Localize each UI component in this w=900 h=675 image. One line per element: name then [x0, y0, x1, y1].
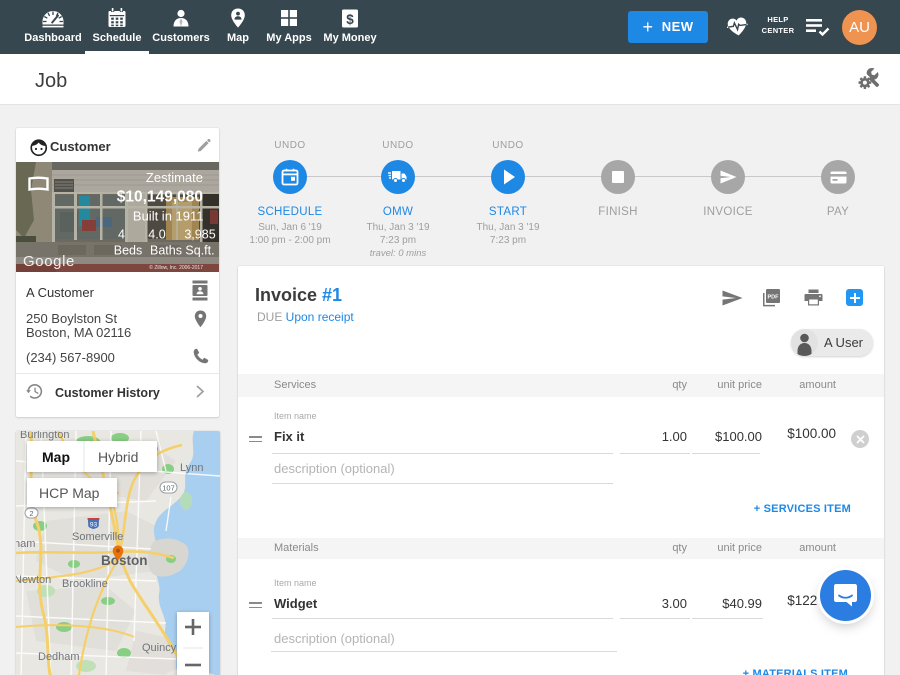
svg-text:Newton: Newton — [16, 574, 51, 586]
svg-text:3,985: 3,985 — [184, 228, 215, 242]
svg-text:Beds: Beds — [114, 244, 143, 258]
svg-text:Boston: Boston — [101, 553, 148, 568]
svg-text:4: 4 — [118, 228, 125, 242]
svg-text:© Zillow, Inc. 2006-2017: © Zillow, Inc. 2006-2017 — [149, 264, 203, 271]
svg-text:PDF: PDF — [768, 295, 780, 301]
svg-text:Built in 1911: Built in 1911 — [133, 209, 204, 224]
svg-text:Dedham: Dedham — [38, 651, 80, 663]
svg-text:4.0: 4.0 — [148, 228, 165, 242]
svg-text:93: 93 — [90, 522, 98, 529]
svg-text:HCP Map: HCP Map — [39, 485, 100, 501]
svg-text:Google: Google — [23, 253, 75, 270]
svg-text:2: 2 — [29, 509, 33, 518]
svg-text:Baths: Baths — [150, 244, 182, 258]
svg-text:Burlington: Burlington — [20, 431, 70, 441]
svg-text:Lynn: Lynn — [180, 462, 203, 474]
svg-text:$: $ — [346, 12, 354, 27]
svg-text:Zestimate: Zestimate — [146, 170, 203, 185]
svg-text:Map: Map — [42, 449, 70, 465]
svg-text:ham: ham — [16, 538, 35, 550]
svg-text:Hybrid: Hybrid — [98, 449, 138, 465]
svg-text:Sq.ft.: Sq.ft. — [185, 244, 214, 258]
svg-text:Quincy: Quincy — [142, 642, 177, 654]
svg-text:Somerville: Somerville — [72, 531, 123, 543]
svg-text:Brookline: Brookline — [62, 578, 108, 590]
svg-text:$10,149,080: $10,149,080 — [117, 189, 203, 206]
svg-text:107: 107 — [162, 484, 175, 493]
